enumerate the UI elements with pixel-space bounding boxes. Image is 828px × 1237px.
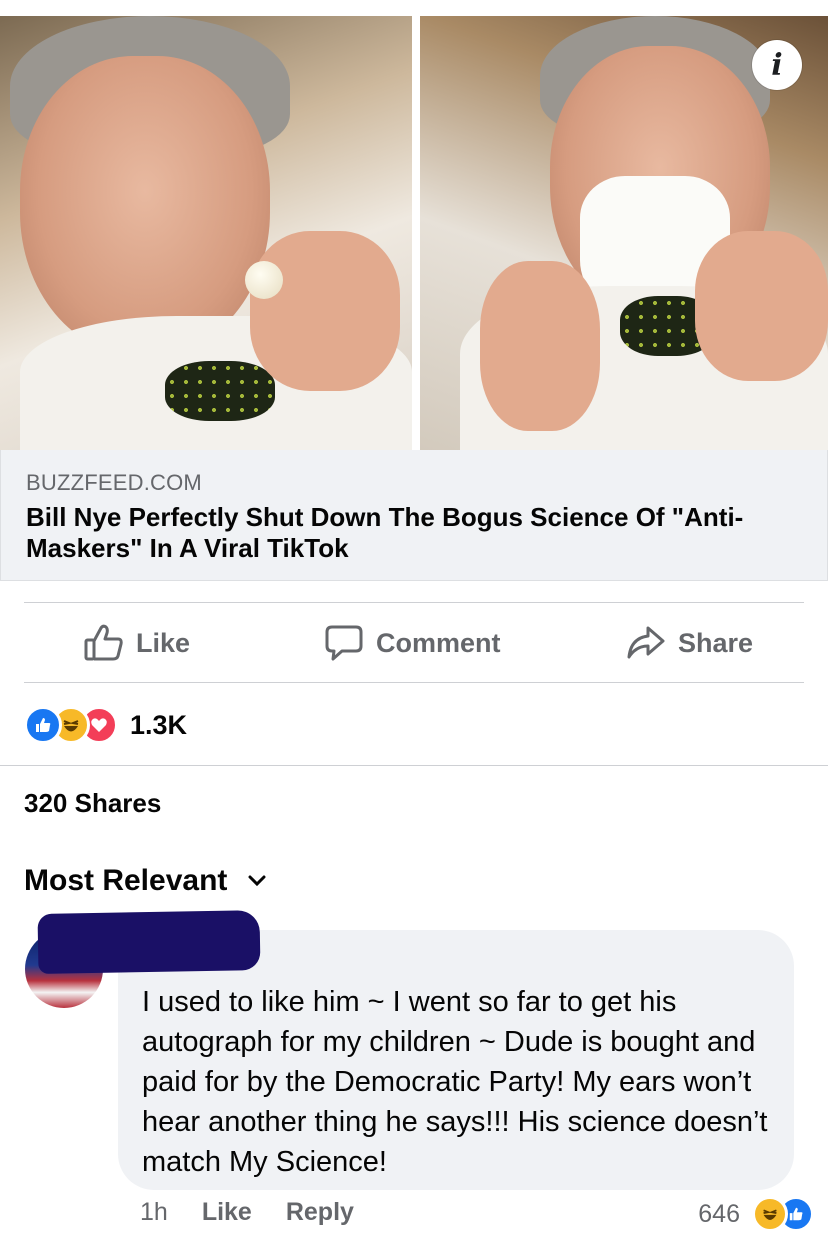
divider xyxy=(24,682,804,683)
share-button[interactable]: Share xyxy=(626,604,753,682)
sort-label: Most Relevant xyxy=(24,864,228,897)
photo-holding-ball xyxy=(0,16,412,450)
comment-meta: 1h Like Reply xyxy=(140,1198,388,1227)
link-title[interactable]: Bill Nye Perfectly Shut Down The Bogus S… xyxy=(26,502,806,564)
like-button-label: Like xyxy=(136,627,191,658)
comment-button-label: Comment xyxy=(376,627,501,658)
divider xyxy=(0,765,828,766)
chevron-down-icon xyxy=(248,875,266,887)
like-button[interactable]: Like xyxy=(84,604,190,682)
share-arrow-icon xyxy=(627,626,665,659)
link-preview-caption[interactable]: BUZZFEED.COM Bill Nye Perfectly Shut Dow… xyxy=(0,450,828,581)
thumbs-up-icon xyxy=(84,624,123,661)
reaction-count: 1.3K xyxy=(130,709,188,740)
share-count[interactable]: 320 Shares xyxy=(24,788,161,819)
comment-reactions[interactable]: 646 xyxy=(698,1196,814,1232)
divider xyxy=(24,602,804,603)
link-domain: BUZZFEED.COM xyxy=(26,470,202,495)
comment-reply-button[interactable]: Reply xyxy=(286,1198,354,1227)
link-preview-image[interactable]: i xyxy=(0,16,828,450)
info-icon[interactable]: i xyxy=(752,40,802,90)
comment-text: I used to like him ~ I went so far to ge… xyxy=(142,986,768,1178)
comment-sort-dropdown[interactable]: Most Relevant xyxy=(24,864,267,898)
post-action-bar: Like Comment Share xyxy=(24,604,804,682)
share-button-label: Share xyxy=(678,627,754,658)
like-reaction-icon xyxy=(24,706,62,744)
haha-reaction-icon xyxy=(752,1196,788,1232)
comment-button[interactable]: Comment xyxy=(324,604,501,682)
reactions-summary[interactable]: 1.3K xyxy=(24,704,187,746)
comment-reaction-count: 646 xyxy=(698,1199,740,1228)
comment-timestamp[interactable]: 1h xyxy=(140,1198,168,1227)
comment-icon xyxy=(325,625,363,661)
comment-like-button[interactable]: Like xyxy=(202,1198,252,1227)
redacted-commenter-name xyxy=(37,910,261,974)
